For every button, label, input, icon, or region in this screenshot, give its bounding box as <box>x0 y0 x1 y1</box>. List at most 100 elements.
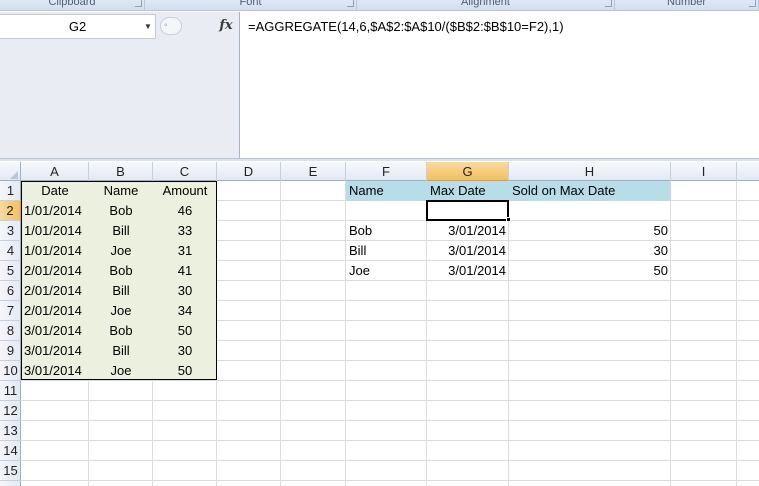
summary-cell[interactable]: 3/01/2014 <box>427 261 509 281</box>
gridline <box>21 480 759 481</box>
column-header-a[interactable]: A <box>21 162 89 181</box>
row-header-4[interactable]: 4 <box>0 241 21 261</box>
row-header-7[interactable]: 7 <box>0 301 21 321</box>
table-cell[interactable]: 3/01/2014 <box>21 341 89 361</box>
row-header-5[interactable]: 5 <box>0 261 21 281</box>
table-cell[interactable]: 2/01/2014 <box>21 301 89 321</box>
summary-header-cell[interactable]: Sold on Max Date <box>509 181 671 201</box>
gridline <box>21 440 759 441</box>
table-cell[interactable]: 2/01/2014 <box>21 281 89 301</box>
ribbon-group-labels: Clipboard Font Alignment Number <box>0 0 759 11</box>
row-header-9[interactable]: 9 <box>0 341 21 361</box>
table-cell[interactable]: Joe <box>89 241 153 261</box>
ribbon-group-label: Clipboard <box>48 0 96 8</box>
row-header-6[interactable]: 6 <box>0 281 21 301</box>
column-header-partial[interactable] <box>737 162 759 181</box>
column-header-c[interactable]: C <box>153 162 217 181</box>
insert-function-icon[interactable]: fx <box>214 16 238 36</box>
ribbon-group-label: Number <box>666 0 707 8</box>
column-header-d[interactable]: D <box>217 162 281 181</box>
row-header-3[interactable]: 3 <box>0 221 21 241</box>
table-cell[interactable]: Joe <box>89 301 153 321</box>
dialog-launcher-icon[interactable] <box>605 0 612 7</box>
formula-bar-splitter-handle[interactable]: ◦ <box>160 17 182 35</box>
row-header-1[interactable]: 1 <box>0 181 21 201</box>
row-header-8[interactable]: 8 <box>0 321 21 341</box>
column-header-h[interactable]: H <box>509 162 671 181</box>
ribbon-group-font: Font <box>145 0 357 10</box>
summary-header-cell[interactable]: Max Date <box>427 181 509 201</box>
summary-cell[interactable]: Joe <box>346 261 427 281</box>
row-header-14[interactable]: 14 <box>0 441 21 461</box>
column-header-e[interactable]: E <box>281 162 346 181</box>
worksheet-grid[interactable]: A B C D E F G H I 1 2 3 4 5 6 7 8 9 10 1… <box>0 162 759 486</box>
table-cell[interactable]: 50 <box>153 321 217 341</box>
summary-cell[interactable]: 50 <box>509 261 671 281</box>
ribbon-group-label: Alignment <box>461 0 510 8</box>
table-cell[interactable]: 33 <box>153 221 217 241</box>
row-headers: 1 2 3 4 5 6 7 8 9 10 11 12 13 14 15 <box>0 181 21 486</box>
chevron-down-icon[interactable]: ▼ <box>140 14 156 39</box>
table-cell[interactable]: Bill <box>89 281 153 301</box>
summary-cell[interactable]: Bob <box>346 221 427 241</box>
gridline <box>21 420 759 421</box>
row-header-11[interactable]: 11 <box>0 381 21 401</box>
table-cell[interactable]: Bill <box>89 341 153 361</box>
summary-cell[interactable]: 50 <box>509 221 671 241</box>
table-cell[interactable]: 2/01/2014 <box>21 261 89 281</box>
summary-cell[interactable]: 30 <box>509 241 671 261</box>
ribbon-group-clipboard: Clipboard <box>0 0 145 10</box>
formula-input[interactable]: =AGGREGATE(14,6,$A$2:$A$10/($B$2:$B$10=F… <box>248 19 564 34</box>
table-cell[interactable]: 30 <box>153 341 217 361</box>
table-cell[interactable]: 3/01/2014 <box>21 321 89 341</box>
select-all-triangle-icon <box>10 171 18 179</box>
column-header-f[interactable]: F <box>346 162 427 181</box>
dialog-launcher-icon[interactable] <box>347 0 354 7</box>
table-cell[interactable]: Joe <box>89 361 153 381</box>
table-header-cell[interactable]: Name <box>89 181 153 201</box>
table-cell[interactable]: Bill <box>89 221 153 241</box>
table-cell[interactable]: 46 <box>153 201 217 221</box>
summary-cell[interactable]: Bill <box>346 241 427 261</box>
table-cell[interactable]: Bob <box>89 321 153 341</box>
column-header-i[interactable]: I <box>671 162 737 181</box>
table-cell[interactable]: 50 <box>153 361 217 381</box>
formula-bar: G2 ▼ ◦ fx =AGGREGATE(14,6,$A$2:$A$10/($B… <box>0 12 759 161</box>
gridline <box>21 400 759 401</box>
dialog-launcher-icon[interactable] <box>749 0 756 7</box>
table-cell[interactable]: 30 <box>153 281 217 301</box>
table-cell[interactable]: Bob <box>89 201 153 221</box>
dialog-launcher-icon[interactable] <box>135 0 142 7</box>
formula-bar-divider[interactable] <box>0 158 759 161</box>
table-cell[interactable]: 1/01/2014 <box>21 201 89 221</box>
column-header-g[interactable]: G <box>427 162 509 181</box>
name-box-area: G2 ▼ ◦ fx <box>0 12 240 158</box>
row-header-10[interactable]: 10 <box>0 361 21 381</box>
gridline <box>21 460 759 461</box>
ribbon-group-alignment: Alignment <box>357 0 615 10</box>
table-cell[interactable]: 3/01/2014 <box>21 361 89 381</box>
fill-handle[interactable] <box>506 217 511 222</box>
table-header-cell[interactable]: Amount <box>153 181 217 201</box>
ribbon-group-number: Number <box>615 0 759 10</box>
name-box[interactable]: G2 <box>0 14 156 39</box>
active-cell-border <box>426 200 509 221</box>
row-header-15[interactable]: 15 <box>0 461 21 481</box>
column-header-b[interactable]: B <box>89 162 153 181</box>
table-cell[interactable]: 41 <box>153 261 217 281</box>
summary-header-cell[interactable]: Name <box>346 181 427 201</box>
summary-cell[interactable]: 3/01/2014 <box>427 241 509 261</box>
row-header-12[interactable]: 12 <box>0 401 21 421</box>
table-cell[interactable]: 31 <box>153 241 217 261</box>
cell-area[interactable]: Date Name Amount 1/01/2014 Bob 46 1/01/2… <box>21 181 759 486</box>
select-all-button[interactable] <box>0 162 21 181</box>
column-headers: A B C D E F G H I <box>0 162 759 181</box>
row-header-13[interactable]: 13 <box>0 421 21 441</box>
table-cell[interactable]: 34 <box>153 301 217 321</box>
summary-cell[interactable]: 3/01/2014 <box>427 221 509 241</box>
table-cell[interactable]: 1/01/2014 <box>21 221 89 241</box>
row-header-2[interactable]: 2 <box>0 201 21 221</box>
table-cell[interactable]: Bob <box>89 261 153 281</box>
table-header-cell[interactable]: Date <box>21 181 89 201</box>
table-cell[interactable]: 1/01/2014 <box>21 241 89 261</box>
